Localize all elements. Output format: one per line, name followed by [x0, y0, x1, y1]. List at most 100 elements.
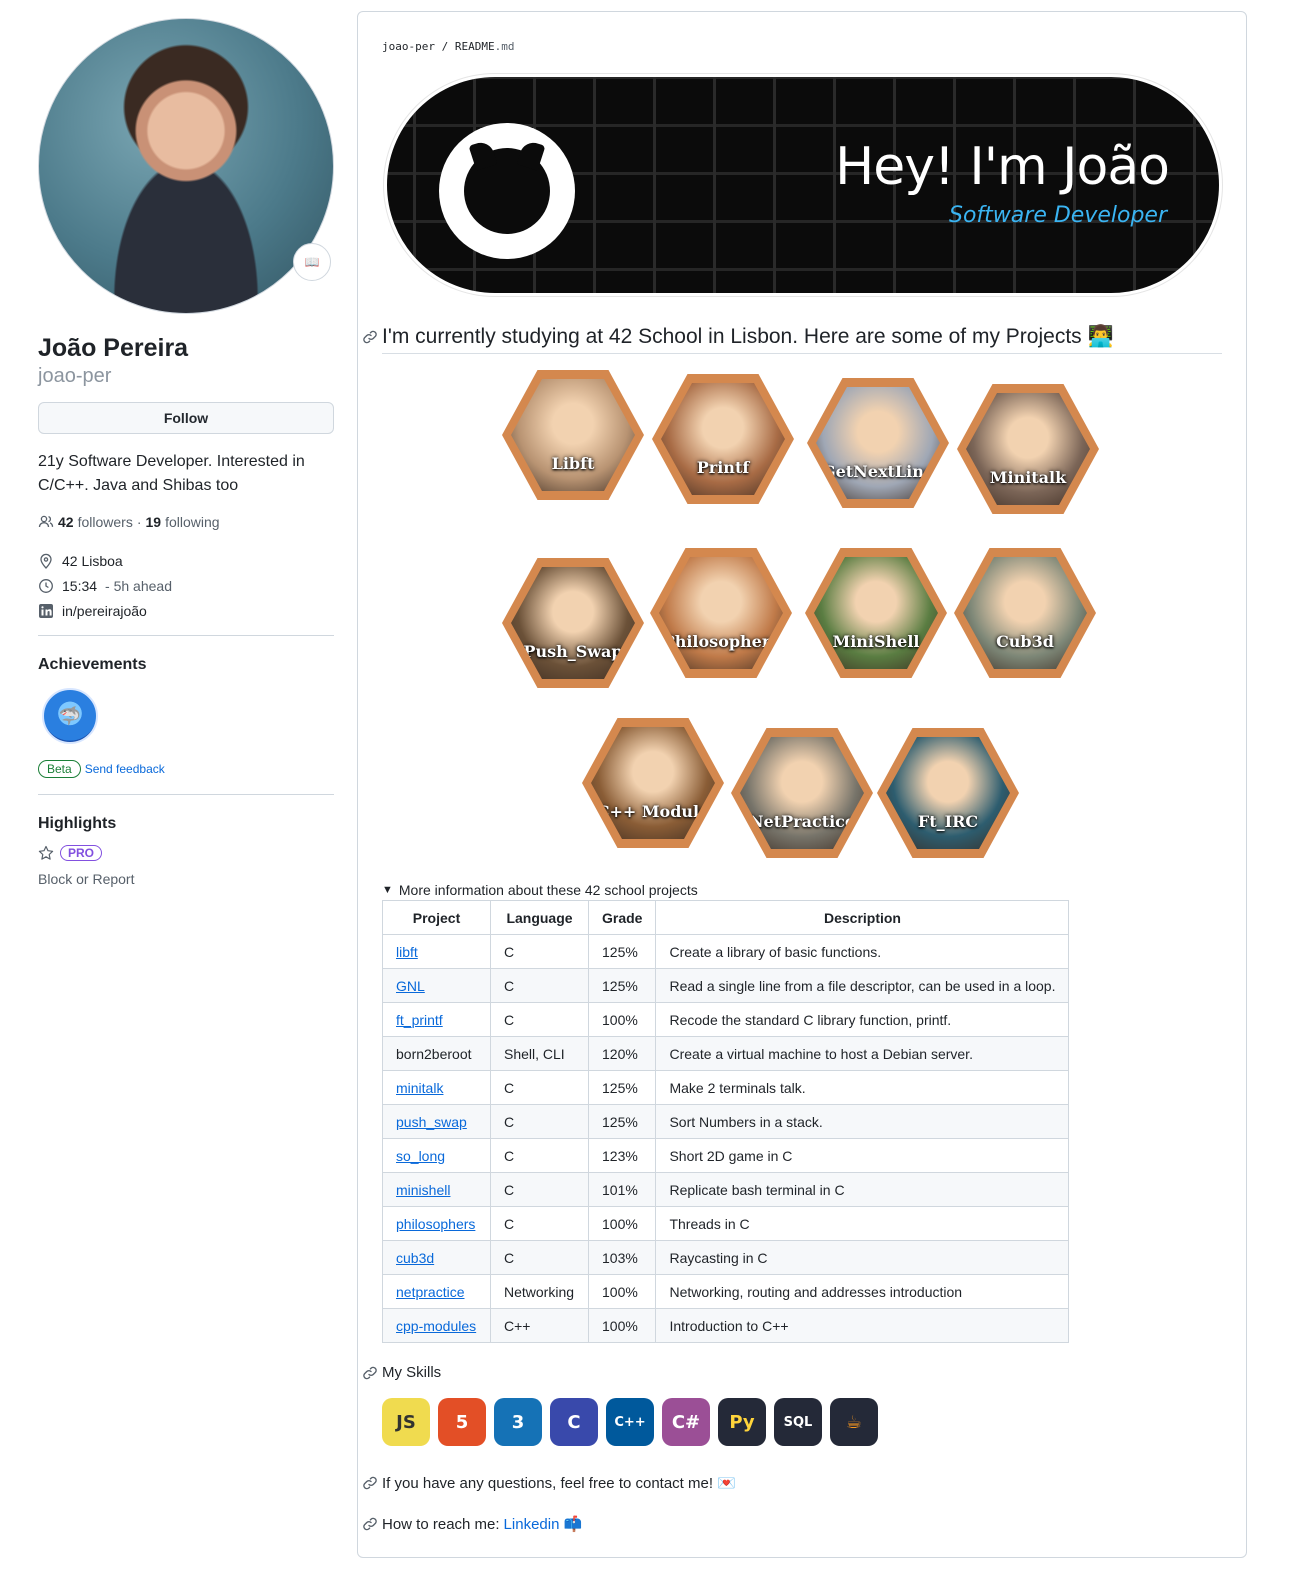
project-badge[interactable]: Printf: [652, 374, 794, 504]
cell-grade: 125%: [587, 934, 657, 969]
reach-text: How to reach me:: [382, 1515, 500, 1533]
cell-language: Shell, CLI: [490, 1036, 589, 1071]
project-link[interactable]: push_swap: [382, 1104, 491, 1139]
col-description: Description: [655, 900, 1070, 935]
following-label[interactable]: following: [165, 514, 219, 530]
readme-breadcrumb: joao-per / README.md: [382, 40, 514, 53]
clock-icon: [38, 578, 54, 594]
breadcrumb-slash: /: [434, 40, 455, 53]
project-badge-label: Minitalk: [989, 468, 1067, 487]
highlights-title: Highlights: [38, 815, 117, 832]
project-link[interactable]: libft: [382, 934, 491, 969]
send-feedback-link[interactable]: Send feedback: [85, 762, 165, 776]
linkedin-icon: [38, 603, 54, 619]
link-icon[interactable]: [362, 1365, 378, 1381]
projects-heading: I'm currently studying at 42 School in L…: [362, 325, 1114, 349]
c-icon: C: [550, 1398, 598, 1446]
project-badge-label: MiniShell: [832, 632, 920, 651]
profile-avatar[interactable]: 📖: [38, 18, 334, 314]
project-link[interactable]: philosophers: [382, 1206, 491, 1241]
project-badge-label: Libft: [551, 454, 595, 473]
linkedin-link[interactable]: in/pereirajoão: [62, 603, 147, 619]
profile-bio: 21y Software Developer. Interested in C/…: [38, 453, 305, 494]
python-icon: Py: [718, 1398, 766, 1446]
project-link[interactable]: so_long: [382, 1138, 491, 1173]
project-link[interactable]: GNL: [382, 968, 491, 1003]
followers-count[interactable]: 42: [58, 514, 74, 530]
cell-project: born2beroot: [382, 1036, 491, 1071]
project-link[interactable]: ft_printf: [382, 1002, 491, 1037]
skills-icon-row: JS 5 3 C C++ C# Py SQL ☕: [382, 1398, 878, 1446]
linkedin-contact-link[interactable]: Linkedin: [504, 1516, 560, 1533]
followers-label[interactable]: followers: [78, 514, 133, 530]
link-icon[interactable]: [362, 1516, 378, 1532]
project-badge-label: NetPractice: [748, 812, 856, 831]
cell-grade: 101%: [587, 1172, 657, 1207]
cell-language: C: [490, 1172, 589, 1207]
css3-icon: 3: [494, 1398, 542, 1446]
html5-icon: 5: [438, 1398, 486, 1446]
col-language: Language: [490, 900, 589, 935]
table-row: minishell C 101% Replicate bash terminal in…: [382, 1172, 1070, 1207]
book-icon: 📖: [304, 255, 320, 269]
project-badge[interactable]: MiniShell: [805, 548, 947, 678]
project-badge-image: Libft: [511, 379, 635, 491]
reach-line: How to reach me: Linkedin 📫: [362, 1515, 582, 1533]
details-summary[interactable]: ▼ More information about these 42 school…: [382, 882, 698, 898]
project-badge[interactable]: C++ Module: [582, 718, 724, 848]
link-icon[interactable]: [362, 1475, 378, 1491]
project-badge[interactable]: Cub3d: [954, 548, 1096, 678]
cell-description: Replicate bash terminal in C: [655, 1172, 1070, 1207]
project-badge[interactable]: Minitalk: [957, 384, 1099, 514]
table-body: libft C 125% Create a library of basic func…: [382, 934, 1070, 1343]
repo-link[interactable]: joao-per: [382, 40, 435, 53]
following-count[interactable]: 19: [146, 514, 162, 530]
table-row: push_swap C 125% Sort Numbers in a stack.: [382, 1104, 1070, 1139]
achievement-shark-icon[interactable]: 🦈: [42, 688, 98, 744]
profile-name: João Pereira: [38, 334, 189, 362]
project-badge-image: Ft_IRC: [886, 737, 1010, 849]
project-link[interactable]: minitalk: [382, 1070, 491, 1105]
time-item: 15:34 - 5h ahead: [38, 573, 334, 598]
status-emoji-button[interactable]: 📖: [293, 243, 331, 281]
cell-language: C: [490, 1138, 589, 1173]
project-badge-image: GetNextLine: [816, 387, 940, 499]
link-icon[interactable]: [362, 329, 378, 345]
javascript-icon: JS: [382, 1398, 430, 1446]
project-link[interactable]: netpractice: [382, 1274, 491, 1309]
project-badge[interactable]: Libft: [502, 370, 644, 500]
project-badge[interactable]: Push_Swap: [502, 558, 644, 688]
followers-row: 42 followers · 19 following: [38, 514, 334, 530]
linkedin-item[interactable]: in/pereirajoão: [38, 598, 334, 623]
achievements-title[interactable]: Achievements: [38, 656, 334, 674]
table-row: ft_printf C 100% Recode the standard C libr…: [382, 1002, 1070, 1037]
pro-badge: PRO: [60, 845, 103, 861]
readme-filename[interactable]: README: [455, 40, 495, 53]
block-report-link[interactable]: Block or Report: [38, 871, 334, 887]
project-link[interactable]: minishell: [382, 1172, 491, 1207]
project-badge-label: Philosophers: [662, 632, 780, 651]
project-badge-image: Minitalk: [966, 393, 1090, 505]
follow-button[interactable]: Follow: [38, 402, 334, 434]
project-badge-label: Ft_IRC: [917, 812, 979, 831]
projects-table: Project Language Grade Description libft…: [382, 900, 1070, 1343]
csharp-icon: C#: [662, 1398, 710, 1446]
cell-description: Introduction to C++: [655, 1308, 1070, 1343]
contact-line: If you have any questions, feel free to …: [362, 1474, 736, 1492]
cell-description: Create a virtual machine to host a Debia…: [655, 1036, 1070, 1071]
star-icon: [38, 845, 54, 861]
project-badge[interactable]: GetNextLine: [807, 378, 949, 508]
project-badge[interactable]: NetPractice: [731, 728, 873, 858]
project-badge-label: Cub3d: [996, 632, 1054, 651]
project-link[interactable]: cpp-modules: [382, 1308, 491, 1343]
github-logo-icon: [439, 123, 575, 259]
java-icon: ☕: [830, 1398, 878, 1446]
project-badge-label: Push_Swap: [523, 642, 623, 661]
project-link[interactable]: cub3d: [382, 1240, 491, 1275]
cell-grade: 100%: [587, 1002, 657, 1037]
cell-language: C++: [490, 1308, 589, 1343]
project-badge[interactable]: Ft_IRC: [877, 728, 1019, 858]
cell-grade: 125%: [587, 1104, 657, 1139]
project-badge[interactable]: Philosophers: [650, 548, 792, 678]
pro-row: PRO: [38, 845, 334, 861]
